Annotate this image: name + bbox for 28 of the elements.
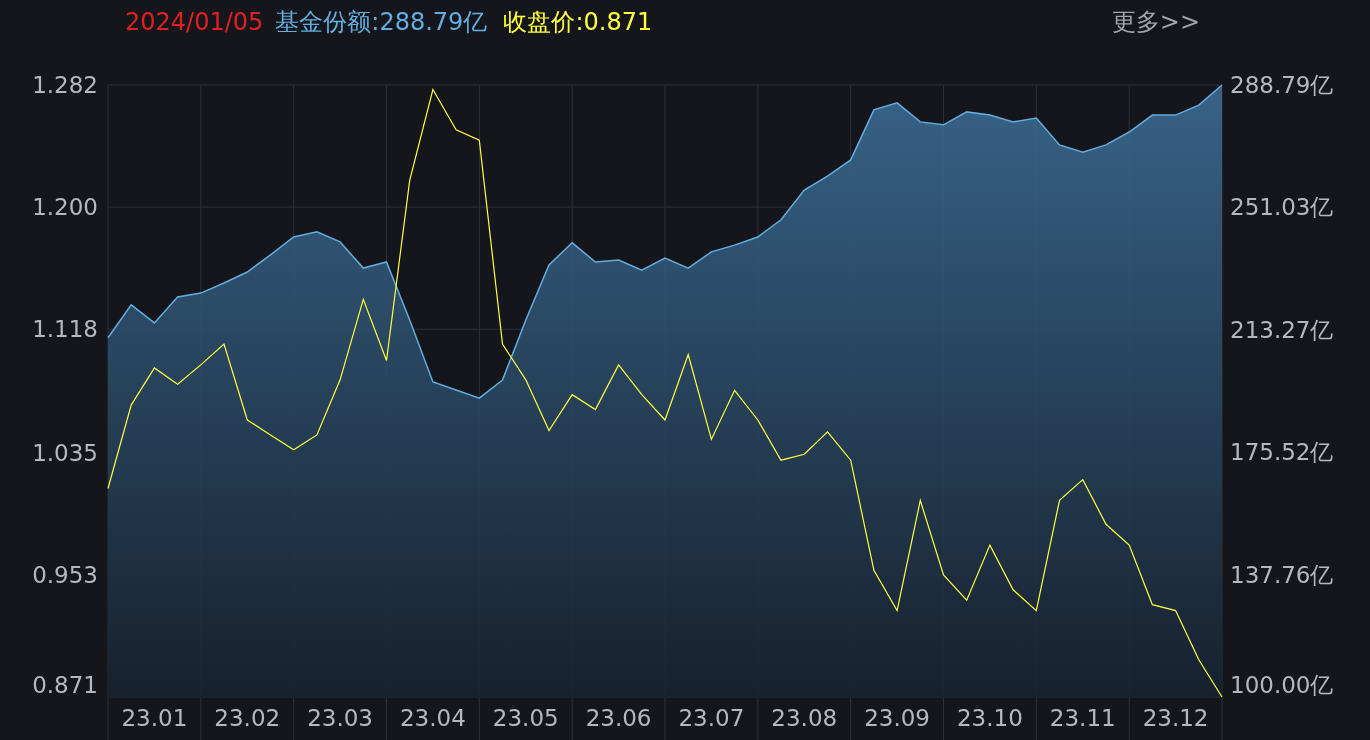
y-axis-label: 213.27亿 [1230, 316, 1334, 343]
x-axis-label: 23.09 [864, 705, 930, 731]
x-axis-label: 23.01 [121, 705, 188, 731]
y-axis-label: 0.871 [32, 672, 98, 698]
y-axis-label: 1.200 [32, 194, 98, 221]
x-axis-label: 23.07 [678, 705, 745, 731]
y-axis-label: 251.03亿 [1230, 194, 1334, 221]
x-axis-label: 23.05 [492, 705, 559, 731]
x-axis-label: 23.08 [771, 705, 838, 731]
x-axis-label: 23.12 [1142, 705, 1209, 731]
close-price-label: 收盘价:0.871 [503, 7, 653, 38]
y-axis-label: 137.76亿 [1230, 561, 1334, 588]
x-axis-label: 23.03 [307, 705, 373, 731]
x-axis-label: 23.02 [214, 705, 281, 731]
y-axis-label: 100.00亿 [1230, 672, 1334, 698]
x-axis-label: 23.11 [1049, 705, 1116, 731]
y-axis-label: 1.282 [32, 72, 98, 98]
y-axis-label: 0.953 [32, 561, 98, 588]
x-axis-label: 23.06 [585, 705, 652, 731]
y-axis-label: 288.79亿 [1230, 72, 1334, 98]
x-axis-label: 23.04 [400, 705, 466, 731]
fund-share-label: 基金份额:288.79亿 [275, 7, 488, 38]
x-axis-label: 23.10 [957, 705, 1023, 731]
y-axis-label: 1.035 [32, 439, 98, 466]
y-axis-label: 1.118 [32, 316, 98, 343]
date-label: 2024/01/05 [125, 7, 264, 38]
y-axis-label: 175.52亿 [1230, 439, 1334, 466]
more-link[interactable]: 更多>> [1111, 4, 1200, 40]
